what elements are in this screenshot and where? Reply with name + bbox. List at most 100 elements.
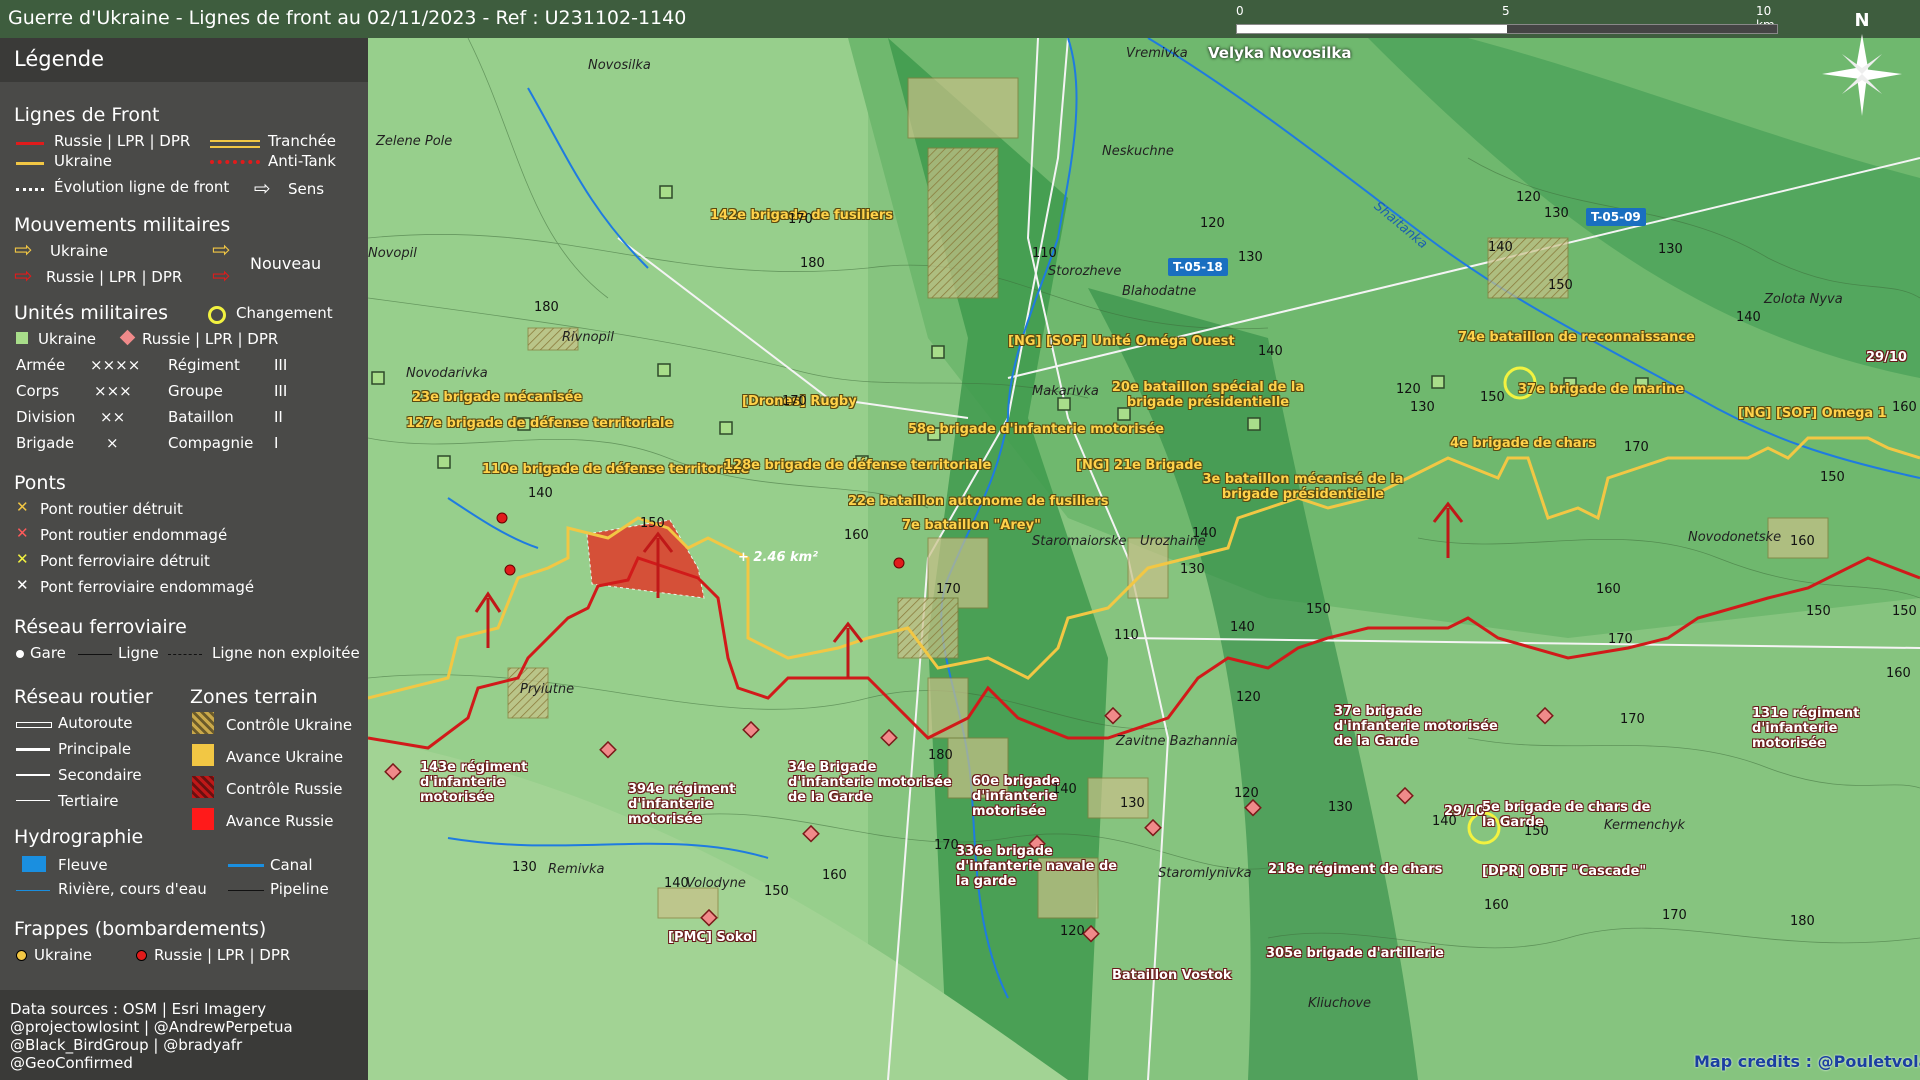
zone-ru-control-swatch <box>192 776 214 798</box>
road-tertiary-swatch <box>16 800 50 801</box>
movement-new-label: Nouveau <box>250 254 322 273</box>
echelon-brigade: Brigade <box>16 434 75 452</box>
hydro-canal-label: Canal <box>270 856 313 874</box>
strike-ru-icon <box>136 950 147 961</box>
unit-ua-swatch <box>16 332 28 344</box>
zone-ru-advance-label: Avance Russie <box>226 812 334 830</box>
legend-section-rail: Réseau ferroviaire <box>14 616 187 638</box>
new-ua-arrow-icon: ⇨ <box>212 238 231 263</box>
legend-section-movements: Mouvements militaires <box>14 214 231 236</box>
legend-section-bridges: Ponts <box>14 472 66 494</box>
movement-ua-label: Ukraine <box>50 242 108 260</box>
road-highway-swatch <box>16 722 52 728</box>
zone-ru-advance-swatch <box>192 808 214 830</box>
road-tertiary-label: Tertiaire <box>58 792 119 810</box>
road-main-swatch <box>16 748 50 751</box>
front-ru-swatch <box>16 142 44 145</box>
scale-label-5: 5 <box>1502 4 1510 18</box>
road-secondary-label: Secondaire <box>58 766 142 784</box>
echelon-corps-sym: ××× <box>94 382 132 400</box>
rail-line-label: Ligne <box>118 644 159 662</box>
road-main-label: Principale <box>58 740 132 758</box>
new-ru-arrow-icon: ⇨ <box>212 264 231 289</box>
change-circle-icon <box>208 306 226 324</box>
bridge-rail-damaged-label: Pont ferroviaire endommagé <box>40 578 255 596</box>
echelon-army-sym: ×××× <box>90 356 141 374</box>
front-evo-label: Évolution ligne de front <box>54 178 230 196</box>
source-line: Data sources : OSM | Esri Imagery <box>10 1000 267 1018</box>
units-ru-label: Russie | LPR | DPR <box>142 330 279 348</box>
direction-label: Sens <box>288 180 325 198</box>
road-highway-label: Autoroute <box>58 714 133 732</box>
movement-ru-arrow-icon: ⇨ <box>14 264 33 289</box>
echelon-battalion-sym: II <box>274 408 283 426</box>
echelon-regiment-sym: III <box>274 356 288 374</box>
echelon-company-sym: I <box>274 434 279 452</box>
hydro-river-swatch <box>16 890 50 891</box>
hydro-pipe-label: Pipeline <box>270 880 329 898</box>
front-evo-swatch <box>16 188 44 191</box>
legend-section-roads: Réseau routier <box>14 686 153 708</box>
legend-section-units: Unités militaires <box>14 302 169 324</box>
rail-line-swatch <box>78 654 112 655</box>
echelon-army: Armée <box>16 356 66 374</box>
north-arrow: N <box>1812 6 1912 126</box>
legend-section-front: Lignes de Front <box>14 104 160 126</box>
map-title: Guerre d'Ukraine - Lignes de front au 02… <box>8 7 687 29</box>
legend-section-strikes: Frappes (bombardements) <box>14 918 267 940</box>
zone-ua-control-swatch <box>192 712 214 734</box>
scale-bar: 0 5 10 km <box>1236 4 1778 36</box>
hydro-canal-swatch <box>228 864 264 867</box>
rail-unused-swatch <box>168 654 202 655</box>
bridge-road-damaged-label: Pont routier endommagé <box>40 526 228 544</box>
rail-station-label: Gare <box>30 644 66 662</box>
echelon-division-sym: ×× <box>100 408 126 426</box>
strike-ua-icon <box>16 950 27 961</box>
echelon-group-sym: III <box>274 382 288 400</box>
title-bar: Guerre d'Ukraine - Lignes de front au 02… <box>0 0 1920 38</box>
echelon-battalion: Bataillon <box>168 408 234 426</box>
bridge-rail-destroyed-label: Pont ferroviaire détruit <box>40 552 210 570</box>
strikes-ua-label: Ukraine <box>34 946 92 964</box>
trench-swatch <box>210 140 260 148</box>
echelon-group: Groupe <box>168 382 223 400</box>
source-line: @GeoConfirmed <box>10 1054 133 1072</box>
bridge-road-destroyed-label: Pont routier détruit <box>40 500 183 518</box>
rail-unused-label: Ligne non exploitée <box>212 644 360 662</box>
bridge-road-destroyed-icon: ✕ <box>16 498 29 516</box>
scale-label-0: 0 <box>1236 4 1244 18</box>
unit-ru-swatch <box>119 329 136 346</box>
north-label: N <box>1854 10 1869 31</box>
source-line: @projectowlosint | @AndrewPerpetua <box>10 1018 293 1036</box>
map-canvas[interactable]: Novosilka Zelene Pole Novopil Rivnopil N… <box>368 38 1920 1080</box>
echelon-brigade-sym: × <box>106 434 119 452</box>
hydro-fleuve-label: Fleuve <box>58 856 108 874</box>
direction-arrow-icon: ⇨ <box>254 176 271 200</box>
zone-ua-control-label: Contrôle Ukraine <box>226 716 353 734</box>
legend-section-zones: Zones terrain <box>190 686 318 708</box>
legend-title: Légende <box>14 47 105 71</box>
front-ua-swatch <box>16 162 44 165</box>
map-graphics <box>368 38 1920 1080</box>
strikes-ru-label: Russie | LPR | DPR <box>154 946 291 964</box>
movement-ru-label: Russie | LPR | DPR <box>46 268 183 286</box>
zone-ua-advance-swatch <box>192 744 214 766</box>
hydro-pipe-swatch <box>228 890 264 891</box>
bridge-rail-damaged-icon: ✕ <box>16 576 29 594</box>
movement-ua-arrow-icon: ⇨ <box>14 238 33 263</box>
hydro-river-label: Rivière, cours d'eau <box>58 880 207 898</box>
hydro-fleuve-swatch <box>22 856 46 872</box>
front-ru-label: Russie | LPR | DPR <box>54 132 191 150</box>
road-secondary-swatch <box>16 774 50 776</box>
echelon-division: Division <box>16 408 76 426</box>
antitank-label: Anti-Tank <box>268 152 336 170</box>
source-line: @Black_BirdGroup | @bradyafr <box>10 1036 243 1054</box>
scale-bar-graphic <box>1236 24 1778 34</box>
legend-panel: Légende Lignes de Front Russie | LPR | D… <box>0 38 368 1080</box>
data-sources: Data sources : OSM | Esri Imagery @proje… <box>0 990 368 1080</box>
units-change-label: Changement <box>236 304 333 322</box>
echelon-regiment: Régiment <box>168 356 240 374</box>
antitank-swatch <box>210 160 260 164</box>
echelon-company: Compagnie <box>168 434 254 452</box>
echelon-corps: Corps <box>16 382 60 400</box>
